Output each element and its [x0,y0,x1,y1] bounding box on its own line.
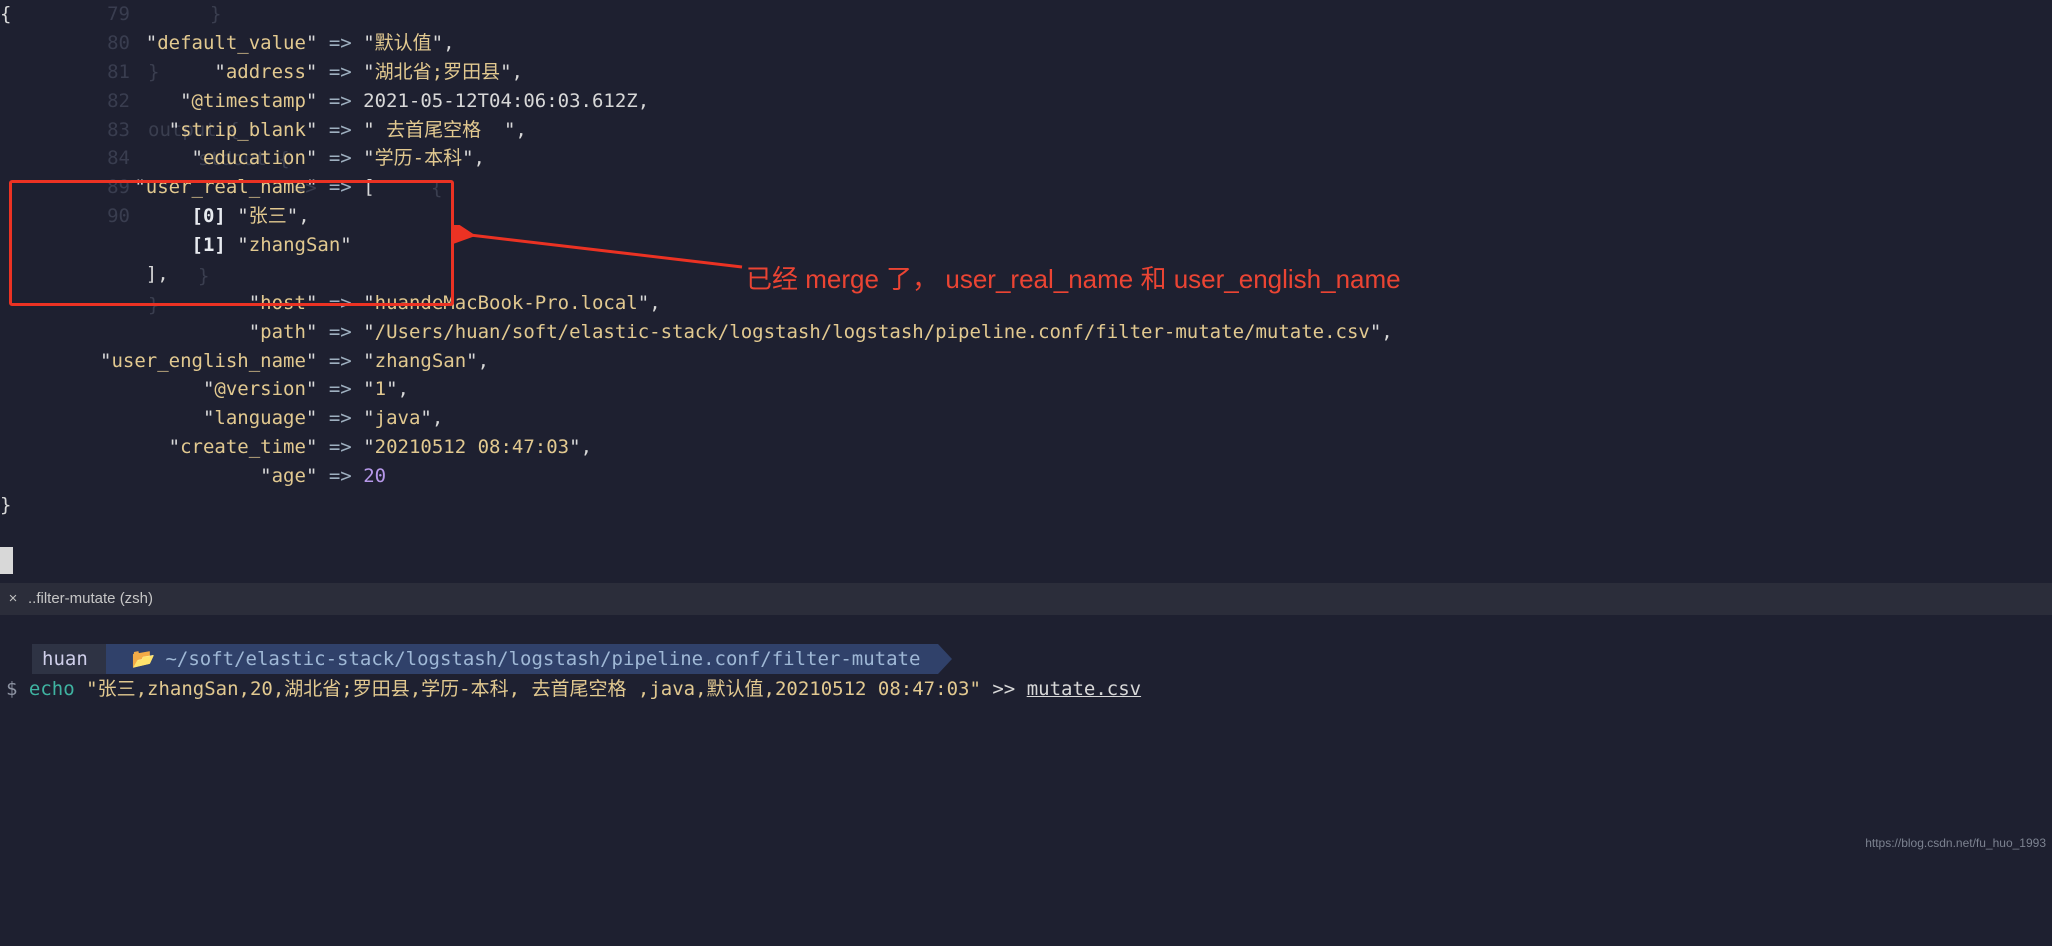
annotation-text: 已经 merge 了， user_real_name 和 user_englis… [746,260,1401,300]
close-icon[interactable]: × [6,588,20,611]
folder-icon: 📂 [132,645,156,674]
terminal-tabbar[interactable]: × ..filter-mutate (zsh) [0,583,2052,615]
terminal-command-row[interactable]: $ echo "张三,zhangSan,20,湖北省;罗田县,学历-本科, 去首… [0,675,2052,704]
prompt-path-segment: 📂 ~/soft/elastic-stack/logstash/logstash… [106,644,939,674]
redirect-op: >> [992,678,1015,700]
watermark: https://blog.csdn.net/fu_huo_1993 [1865,834,2046,852]
prompt-user-segment: huan [32,644,106,674]
target-file: mutate.csv [1027,678,1141,700]
text-caret [0,547,13,574]
terminal-pane[interactable]: huan 📂 ~/soft/elastic-stack/logstash/log… [0,615,2052,705]
prompt-symbol: $ [6,678,17,700]
arrow-icon [452,225,752,285]
terminal-tab-label[interactable]: ..filter-mutate (zsh) [28,588,153,611]
highlight-box [9,180,454,306]
terminal-prompt-row: huan 📂 ~/soft/elastic-stack/logstash/log… [0,644,2052,674]
prompt-path-text: ~/soft/elastic-stack/logstash/logstash/p… [165,645,920,674]
command-arg: "张三,zhangSan,20,湖北省;罗田县,学历-本科, 去首尾空格 ,ja… [86,678,981,700]
command-echo: echo [29,678,75,700]
editor-pane[interactable]: 7980818283848990 }}output {stdout { => {… [0,0,2052,853]
